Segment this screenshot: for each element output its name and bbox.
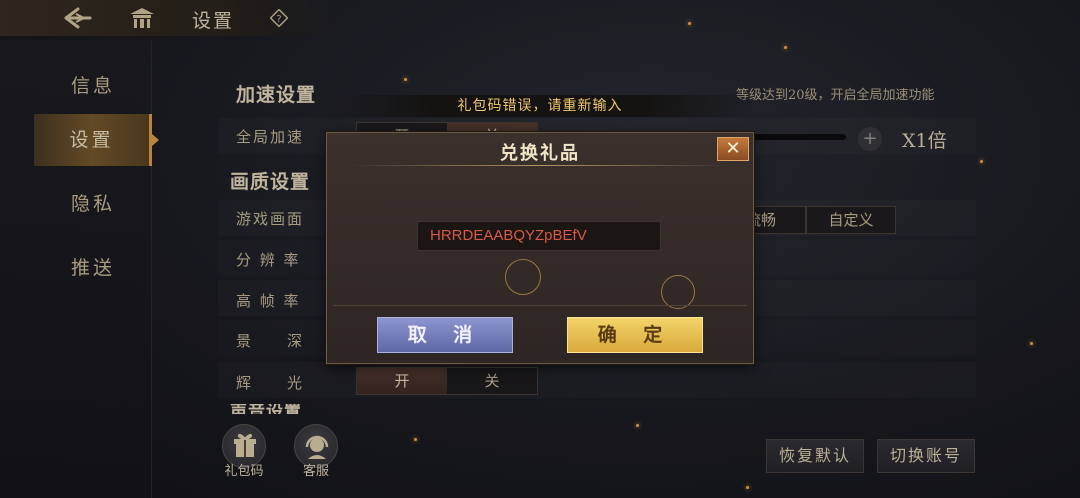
close-icon[interactable]: ✕ [717, 137, 749, 161]
decor-ring [661, 275, 695, 309]
dialog-title: 兑换礼品 [500, 143, 580, 164]
divider [333, 305, 747, 306]
error-toast: 礼包码错误，请重新输入 [324, 95, 756, 117]
cancel-button[interactable]: 取 消 [377, 317, 513, 353]
gift-code-input[interactable]: HRRDEAABQYZpBEfV [417, 221, 661, 251]
divider [351, 165, 729, 166]
redeem-dialog: 兑换礼品 ✕ HRRDEAABQYZpBEfV 取 消 确 定 [326, 132, 754, 364]
decor-ring [505, 259, 541, 295]
confirm-button[interactable]: 确 定 [567, 317, 703, 353]
